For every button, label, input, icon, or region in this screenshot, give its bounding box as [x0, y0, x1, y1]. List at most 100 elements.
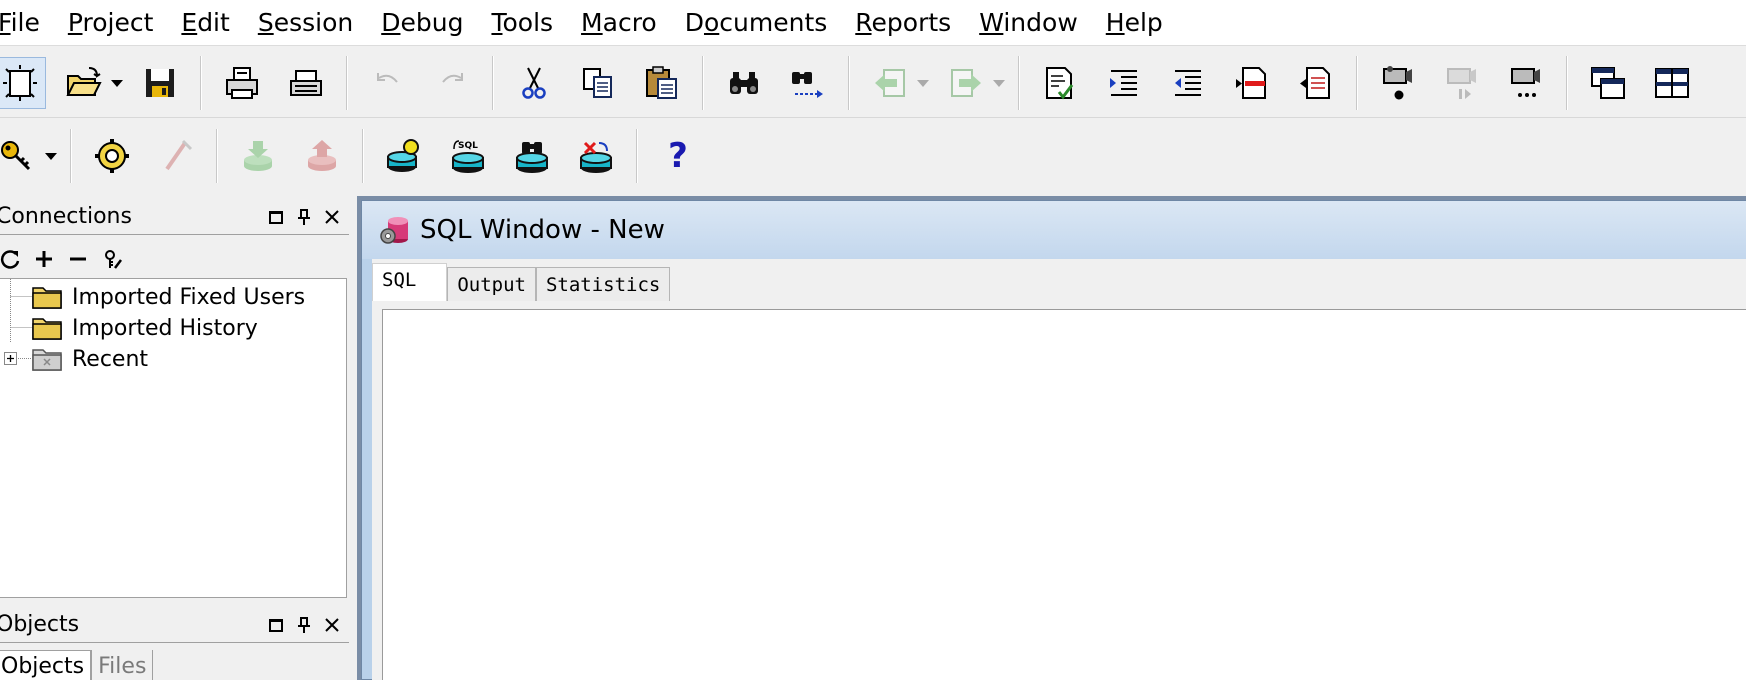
redo-icon — [442, 72, 463, 83]
undo-icon — [377, 72, 398, 83]
print-button[interactable] — [216, 57, 268, 109]
chevron-down-icon — [111, 79, 123, 87]
remove-connection-button[interactable] — [64, 245, 92, 273]
pin-icon — [298, 208, 310, 225]
menu-macro[interactable]: Macro — [581, 8, 657, 37]
macro-library-button[interactable] — [1500, 57, 1552, 109]
import-button[interactable] — [232, 130, 284, 182]
expand-plus-icon[interactable] — [4, 352, 17, 365]
objects-float-button[interactable] — [265, 614, 287, 636]
tab-sql[interactable]: SQL — [372, 263, 448, 301]
copy-icon — [583, 67, 612, 98]
record-icon — [1383, 65, 1412, 99]
logon-dropdown-arrow[interactable] — [44, 130, 58, 182]
forward-button[interactable] — [940, 57, 992, 109]
find-next-button[interactable] — [782, 57, 834, 109]
menu-help[interactable]: Help — [1106, 8, 1163, 37]
minus-icon — [70, 257, 86, 261]
db-binocular-icon — [516, 142, 548, 173]
compile-button[interactable] — [86, 130, 138, 182]
copy-button[interactable] — [572, 57, 624, 109]
edit-connection-button[interactable] — [98, 245, 126, 273]
toolbar-separator — [492, 55, 494, 110]
back-button[interactable] — [864, 57, 916, 109]
add-connection-button[interactable] — [30, 245, 58, 273]
db-explain-button[interactable] — [378, 130, 430, 182]
menu-reports[interactable]: Reports — [855, 8, 951, 37]
close-icon — [325, 209, 339, 224]
export-button[interactable] — [296, 130, 348, 182]
objects-close-button[interactable] — [321, 614, 343, 636]
float-icon — [269, 210, 283, 224]
toolbar-separator — [70, 129, 72, 183]
toolbar-separator — [216, 129, 218, 183]
sql-window-body: SQL Output Statistics — [372, 259, 1746, 680]
connections-panel-header: Connections — [0, 199, 349, 235]
find-button[interactable] — [718, 57, 770, 109]
open-dropdown-arrow[interactable] — [110, 57, 124, 109]
new-button[interactable] — [0, 56, 46, 109]
play-macro-button[interactable] — [1436, 57, 1488, 109]
refresh-button[interactable] — [0, 245, 24, 273]
tile-windows-button[interactable] — [1646, 57, 1698, 109]
db-sql-button[interactable]: SQL — [442, 130, 494, 182]
menu-window[interactable]: Window — [979, 8, 1078, 37]
chevron-down-icon — [917, 79, 929, 87]
print-setup-button[interactable] — [280, 57, 332, 109]
menu-session[interactable]: Session — [258, 8, 353, 37]
sql-window-titlebar[interactable]: SQL Window - New — [362, 201, 1746, 259]
forward-icon — [951, 68, 981, 97]
toolbar-separator — [346, 55, 348, 110]
indent-button[interactable] — [1098, 57, 1150, 109]
tree-item-label: Imported Fixed Users — [72, 284, 306, 310]
toolbar-separator — [702, 55, 704, 110]
menu-edit[interactable]: Edit — [181, 8, 229, 37]
db-drop-button[interactable] — [570, 130, 622, 182]
sql-editor[interactable] — [382, 309, 1746, 680]
toolbar-separator — [1356, 55, 1358, 110]
paste-icon — [646, 65, 677, 99]
tab-statistics[interactable]: Statistics — [535, 267, 671, 301]
open-icon — [66, 66, 102, 96]
menu-documents[interactable]: Documents — [685, 8, 828, 37]
menu-project[interactable]: Project — [68, 8, 154, 37]
open-button[interactable] — [58, 57, 110, 109]
menu-file[interactable]: File — [0, 8, 40, 37]
cascade-windows-button[interactable] — [1582, 57, 1634, 109]
close-icon — [325, 617, 339, 632]
logon-button[interactable] — [0, 130, 44, 182]
paste-button[interactable] — [636, 57, 688, 109]
menu-tools[interactable]: Tools — [491, 8, 553, 37]
tab-files[interactable]: Files — [91, 650, 154, 680]
cut-button[interactable] — [508, 57, 560, 109]
tree-item-label: Imported History — [72, 315, 258, 341]
save-button[interactable] — [134, 57, 186, 109]
tab-objects[interactable]: Objects — [0, 650, 92, 680]
comment-button[interactable] — [1226, 57, 1278, 109]
connections-float-button[interactable] — [265, 206, 287, 228]
unindent-button[interactable] — [1162, 57, 1214, 109]
connections-pin-button[interactable] — [293, 206, 315, 228]
connections-close-button[interactable] — [321, 206, 343, 228]
pin-icon — [298, 616, 310, 633]
tab-output[interactable]: Output — [447, 267, 536, 301]
check-syntax-button[interactable] — [1034, 57, 1086, 109]
toolbar-separator — [848, 55, 850, 110]
forward-dropdown-arrow[interactable] — [992, 57, 1006, 109]
redo-button[interactable] — [426, 57, 478, 109]
db-delete-icon — [580, 141, 612, 173]
uncomment-button[interactable] — [1290, 57, 1342, 109]
record-macro-button[interactable] — [1372, 57, 1424, 109]
back-dropdown-arrow[interactable] — [916, 57, 930, 109]
db-find-button[interactable] — [506, 130, 558, 182]
menu-debug[interactable]: Debug — [381, 8, 463, 37]
undo-button[interactable] — [362, 57, 414, 109]
plug-button[interactable] — [150, 130, 202, 182]
folder-recent-icon — [32, 349, 62, 371]
toolbar-separator — [1566, 55, 1568, 110]
objects-tabs: Objects Files — [0, 648, 349, 680]
menu-bar: File Project Edit Session Debug Tools Ma… — [0, 0, 1746, 46]
help-button[interactable]: ? — [652, 130, 704, 182]
objects-pin-button[interactable] — [293, 614, 315, 636]
toolbar-separator — [1018, 55, 1020, 110]
